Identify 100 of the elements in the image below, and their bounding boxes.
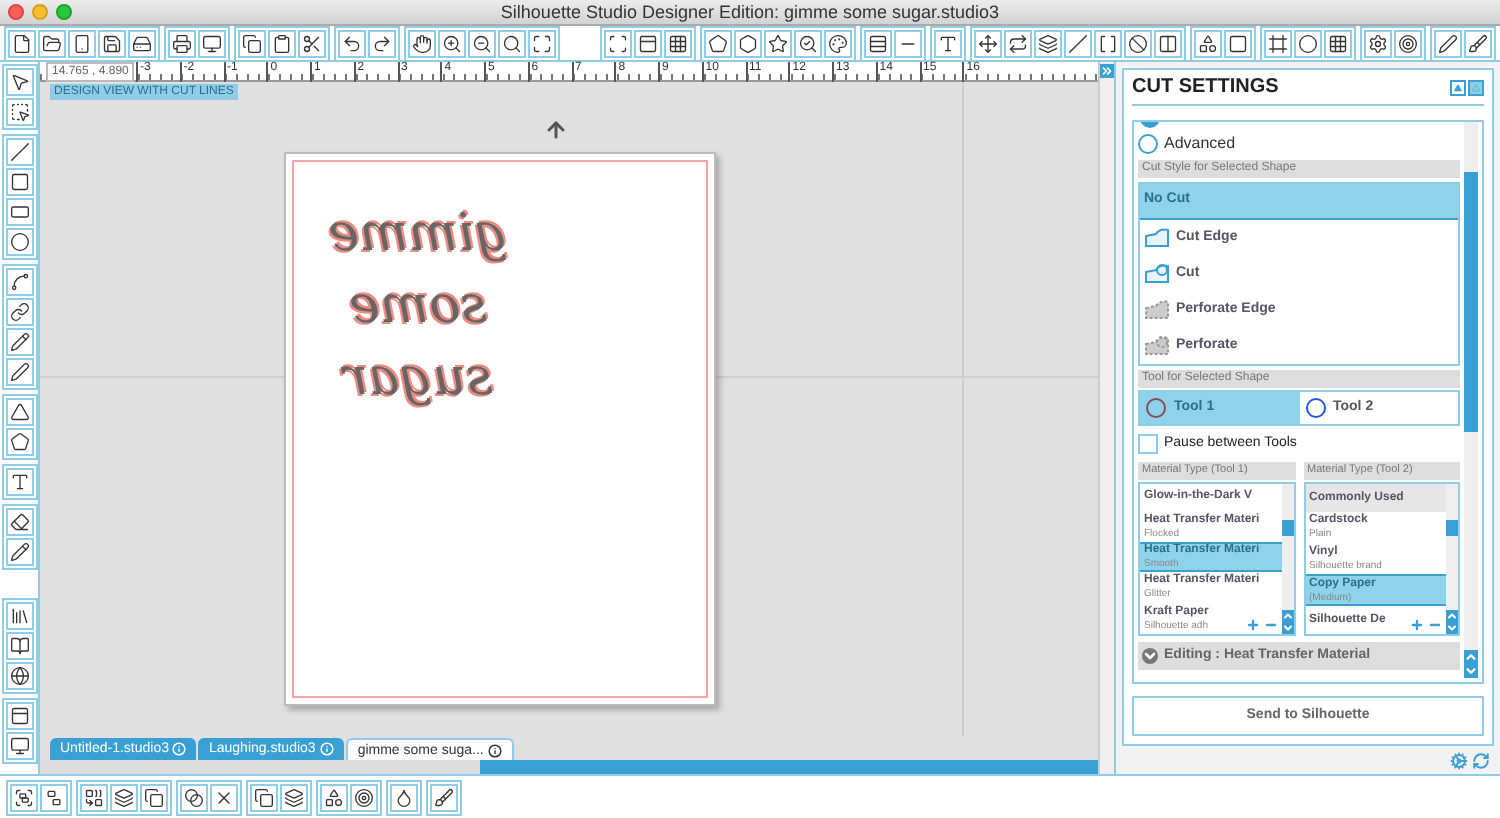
zoom-out-button[interactable] xyxy=(468,29,496,57)
panel-button[interactable] xyxy=(5,702,33,730)
scrollbar-thumb[interactable] xyxy=(1446,520,1458,536)
layers-button[interactable] xyxy=(1034,29,1062,57)
scrollbar-thumb[interactable] xyxy=(480,760,1098,774)
arc-button[interactable] xyxy=(5,398,33,426)
expand-icon[interactable] xyxy=(1142,648,1158,664)
close-icon[interactable] xyxy=(8,4,24,20)
scrollbar-thumb[interactable] xyxy=(1464,172,1478,432)
brackets-button[interactable] xyxy=(1094,29,1122,57)
redo-icon xyxy=(372,33,392,53)
magnifier-button[interactable] xyxy=(498,29,526,57)
printer-button[interactable] xyxy=(168,29,196,57)
group-button[interactable] xyxy=(10,783,38,811)
window-button[interactable] xyxy=(634,29,662,57)
settings-icon[interactable] xyxy=(1450,751,1468,769)
pentagon-button[interactable] xyxy=(5,428,33,456)
phone-icon xyxy=(72,33,92,53)
shape-button[interactable] xyxy=(320,783,348,811)
gear-button[interactable] xyxy=(1364,29,1392,57)
lines-button[interactable] xyxy=(894,29,922,57)
scroll-up-icon[interactable] xyxy=(1464,650,1478,664)
frame-button[interactable] xyxy=(1264,29,1292,57)
advanced-radio[interactable]: Advanced xyxy=(1138,128,1460,160)
triangle-filled-icon[interactable] xyxy=(1450,79,1466,95)
scroll-down-icon[interactable] xyxy=(1446,622,1458,634)
circle-button[interactable] xyxy=(5,228,33,256)
zoom-in-button[interactable] xyxy=(438,29,466,57)
phone-button[interactable] xyxy=(68,29,96,57)
pen-button[interactable] xyxy=(1434,29,1462,57)
monitor-button[interactable] xyxy=(198,29,226,57)
maximize-icon[interactable] xyxy=(56,4,72,20)
hand-button[interactable] xyxy=(408,29,436,57)
pentagon-button[interactable] xyxy=(704,29,732,57)
redo-button[interactable] xyxy=(368,29,396,57)
refresh-icon[interactable] xyxy=(1472,751,1490,769)
fit-button[interactable] xyxy=(528,29,556,57)
scroll-up-icon[interactable] xyxy=(1446,610,1458,622)
target-button[interactable] xyxy=(1394,29,1422,57)
globe-button[interactable] xyxy=(5,662,33,690)
folder-button[interactable] xyxy=(38,29,66,57)
scan-button[interactable] xyxy=(604,29,632,57)
pointer-button[interactable] xyxy=(5,68,33,96)
star-button[interactable] xyxy=(764,29,792,57)
layers-button[interactable] xyxy=(110,783,138,811)
copy-button[interactable] xyxy=(140,783,168,811)
brush-icon xyxy=(434,787,454,807)
pen-button[interactable] xyxy=(5,358,33,386)
floppy-button[interactable] xyxy=(98,29,126,57)
ban-button[interactable] xyxy=(1124,29,1152,57)
library-button[interactable] xyxy=(5,602,33,630)
add-icon[interactable] xyxy=(1245,618,1259,632)
folder-icon xyxy=(42,33,62,53)
square-button[interactable] xyxy=(1224,29,1252,57)
close-button[interactable] xyxy=(210,783,238,811)
combine-button[interactable] xyxy=(80,783,108,811)
add-icon[interactable] xyxy=(1410,618,1424,632)
remove-icon[interactable] xyxy=(1428,618,1442,632)
knife-button[interactable] xyxy=(5,538,33,566)
library-icon xyxy=(9,606,29,626)
pencil-button[interactable] xyxy=(5,328,33,356)
grid-button[interactable] xyxy=(664,29,692,57)
stack-button[interactable] xyxy=(280,783,308,811)
undo-button[interactable] xyxy=(338,29,366,57)
target-button[interactable] xyxy=(350,783,378,811)
node-select-button[interactable] xyxy=(5,98,33,126)
remove-icon[interactable] xyxy=(1263,618,1277,632)
scroll-down-icon[interactable] xyxy=(1464,664,1478,678)
book-button[interactable] xyxy=(5,632,33,660)
rounded-rectangle-button[interactable] xyxy=(5,198,33,226)
scissors-button[interactable] xyxy=(298,29,326,57)
palette-button[interactable] xyxy=(824,29,852,57)
link-button[interactable] xyxy=(5,298,33,326)
move-button[interactable] xyxy=(974,29,1002,57)
rectangle-button[interactable] xyxy=(5,168,33,196)
copy-button[interactable] xyxy=(238,29,266,57)
ungroup-button[interactable] xyxy=(40,783,68,811)
circle-button[interactable] xyxy=(1294,29,1322,57)
drive-button[interactable] xyxy=(128,29,156,57)
brush-button[interactable] xyxy=(1464,29,1492,57)
search-check-button[interactable] xyxy=(794,29,822,57)
eraser-button[interactable] xyxy=(5,508,33,536)
collapse-icon[interactable] xyxy=(1100,64,1114,78)
close-icon xyxy=(214,787,234,807)
triangle-outline-icon[interactable] xyxy=(1468,79,1484,95)
new-file-button[interactable] xyxy=(8,29,36,57)
curve-button[interactable] xyxy=(5,268,33,296)
rows-button[interactable] xyxy=(864,29,892,57)
slash-button[interactable] xyxy=(1064,29,1092,57)
scroll-up-arrow-icon[interactable] xyxy=(544,118,568,142)
shapes-button[interactable] xyxy=(1194,29,1222,57)
clipboard-button[interactable] xyxy=(268,29,296,57)
blend-button[interactable] xyxy=(180,783,208,811)
hexagon-button[interactable] xyxy=(734,29,762,57)
duplicate-button[interactable] xyxy=(250,783,278,811)
repeat-button[interactable] xyxy=(1004,29,1032,57)
line-button[interactable] xyxy=(5,138,33,166)
window-button[interactable] xyxy=(5,732,33,760)
grid-small-button[interactable] xyxy=(1324,29,1352,57)
columns-button[interactable] xyxy=(1154,29,1182,57)
